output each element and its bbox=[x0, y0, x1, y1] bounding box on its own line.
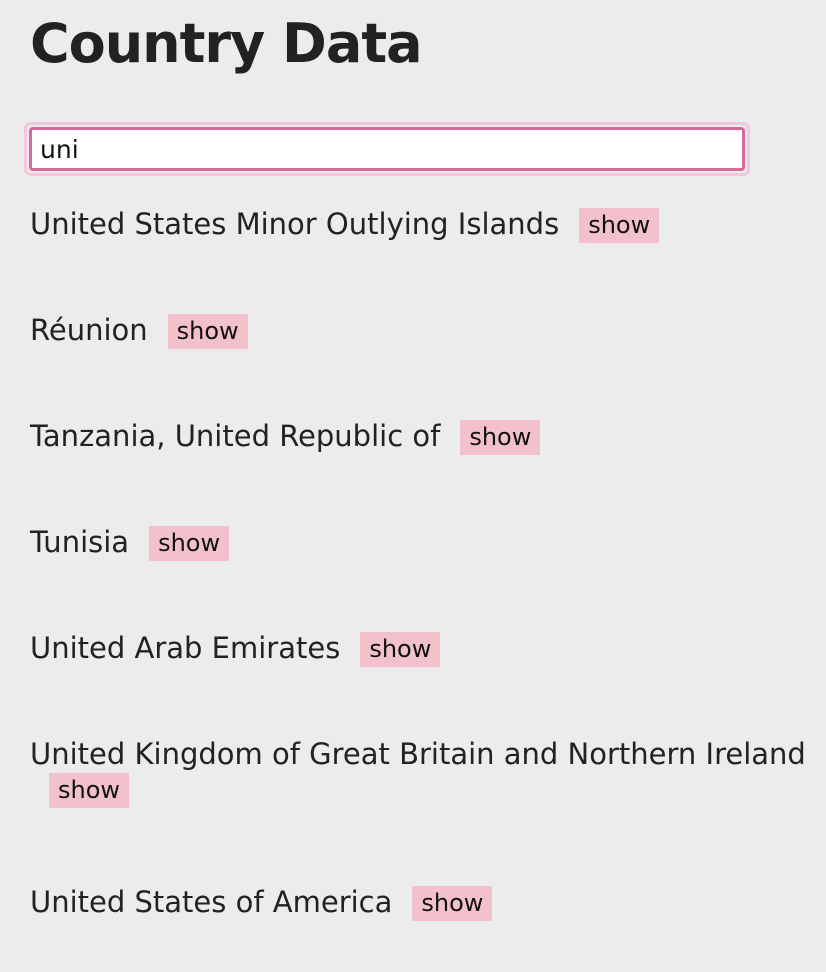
country-row: United Arab Emirates show bbox=[30, 624, 810, 672]
country-name: United States of America bbox=[30, 885, 393, 919]
country-row: Réunion show bbox=[30, 306, 810, 354]
country-row: Tanzania, United Republic of show bbox=[30, 412, 810, 460]
country-name: Tanzania, United Republic of bbox=[30, 419, 441, 453]
country-row: United Kingdom of Great Britain and Nort… bbox=[30, 730, 810, 809]
country-row: United States of America show bbox=[30, 878, 810, 926]
country-name: United Kingdom of Great Britain and Nort… bbox=[30, 737, 806, 771]
page-title: Country Data bbox=[30, 12, 423, 75]
show-button[interactable]: show bbox=[412, 885, 493, 921]
search-focus-ring bbox=[24, 122, 750, 176]
country-name: Tunisia bbox=[30, 525, 130, 559]
country-name: Réunion bbox=[30, 313, 148, 347]
country-row: United States Minor Outlying Islands show bbox=[30, 200, 810, 248]
country-row: Tunisia show bbox=[30, 518, 810, 566]
show-button[interactable]: show bbox=[360, 631, 441, 667]
country-name: United States Minor Outlying Islands bbox=[30, 207, 560, 241]
show-button[interactable]: show bbox=[579, 207, 660, 243]
country-name: United Arab Emirates bbox=[30, 631, 341, 665]
show-button[interactable]: show bbox=[460, 419, 541, 455]
show-button[interactable]: show bbox=[49, 773, 130, 808]
show-button[interactable]: show bbox=[167, 313, 248, 349]
search-input[interactable] bbox=[29, 127, 745, 171]
show-button[interactable]: show bbox=[149, 525, 230, 561]
